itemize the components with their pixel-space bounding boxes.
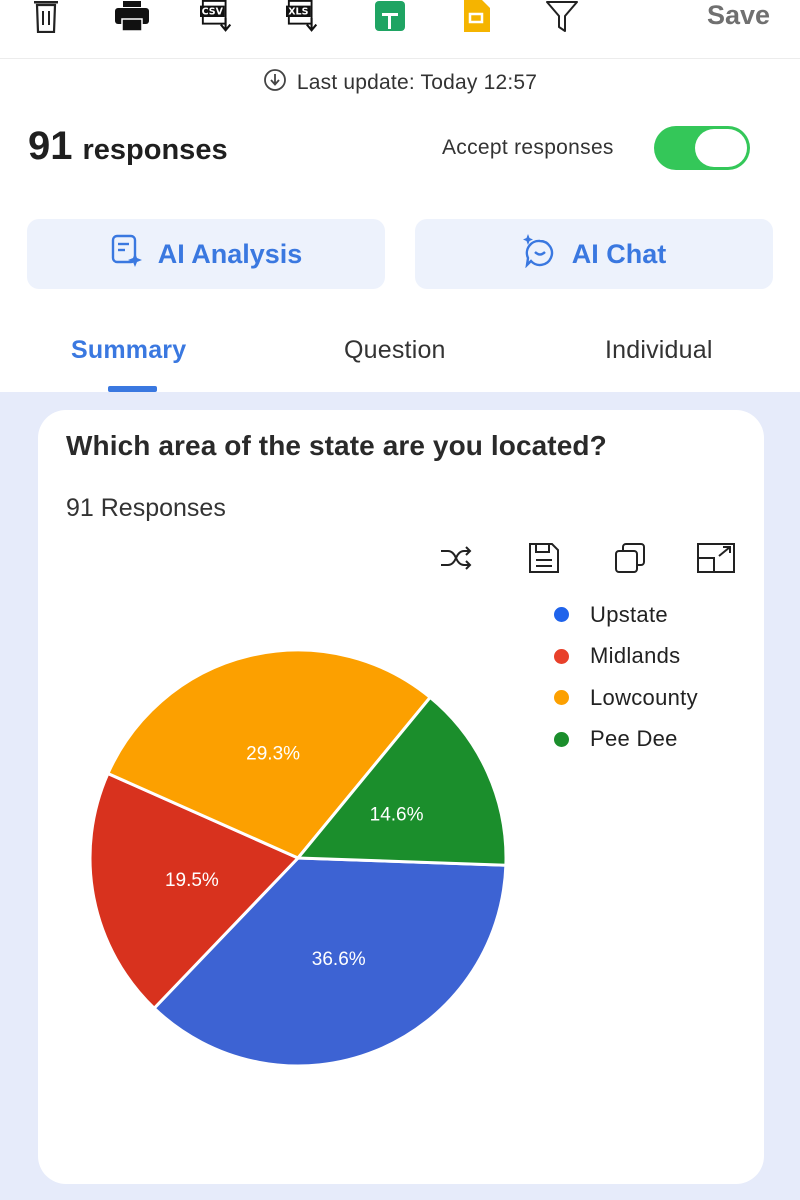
tab-individual[interactable]: Individual [605, 336, 713, 365]
legend-dot [554, 648, 569, 664]
google-sheets-icon[interactable] [372, 0, 408, 34]
last-update-status: Last update: Today 12:57 [0, 68, 800, 98]
shuffle-icon[interactable] [436, 540, 476, 576]
legend-label: Midlands [590, 643, 681, 669]
toolbar: CSV XLS Save [0, 0, 800, 48]
filter-icon[interactable] [544, 0, 580, 34]
ai-analysis-button[interactable]: AI Analysis [27, 219, 385, 289]
chart-legend: Upstate Midlands Lowcounty Pee Dee [554, 594, 698, 760]
trash-icon[interactable] [28, 0, 64, 34]
ai-chat-button[interactable]: AI Chat [415, 219, 773, 289]
expand-icon[interactable] [696, 540, 736, 576]
xls-export-icon[interactable]: XLS [286, 0, 322, 34]
accept-responses-label: Accept responses [442, 136, 614, 159]
tab-summary[interactable]: Summary [71, 336, 186, 365]
tab-question[interactable]: Question [344, 336, 446, 365]
toggle-knob [695, 129, 747, 167]
pie-slice-label: 14.6% [370, 805, 424, 826]
legend-item-lowcounty: Lowcounty [554, 677, 698, 719]
tab-bar: Summary Question Individual [0, 330, 800, 392]
legend-item-pee-dee: Pee Dee [554, 719, 698, 761]
pie-slice-label: 36.6% [312, 949, 366, 970]
response-count-number: 91 [28, 124, 73, 168]
question-response-count: 91 Responses [66, 494, 226, 522]
print-icon[interactable] [114, 0, 150, 34]
response-count: 91 responses [28, 124, 228, 169]
save-icon[interactable] [524, 540, 564, 576]
legend-item-midlands: Midlands [554, 636, 698, 678]
xls-label: XLS [288, 7, 308, 18]
csv-export-icon[interactable]: CSV [200, 0, 236, 34]
pie-slice-label: 19.5% [165, 870, 219, 891]
accept-responses-toggle[interactable] [654, 126, 750, 170]
ai-chat-icon [522, 233, 558, 275]
response-count-label: responses [82, 134, 228, 166]
legend-dot [554, 607, 569, 623]
legend-dot [554, 731, 569, 747]
google-slides-icon[interactable] [458, 0, 494, 34]
download-circle-icon [263, 68, 287, 98]
legend-item-upstate: Upstate [554, 594, 698, 636]
pie-chart: 36.6% 19.5% 29.3% 14.6% [88, 648, 508, 1068]
pie-slice-label: 29.3% [246, 744, 300, 765]
toolbar-divider [0, 58, 800, 59]
question-title: Which area of the state are you located? [66, 430, 607, 461]
legend-label: Lowcounty [590, 684, 698, 710]
ai-analysis-icon [110, 234, 144, 275]
last-update-text: Last update: Today 12:57 [296, 71, 538, 94]
legend-dot [554, 690, 569, 706]
save-button[interactable]: Save [707, 0, 770, 30]
ai-analysis-label: AI Analysis [157, 238, 303, 269]
ai-chat-label: AI Chat [571, 238, 667, 269]
copy-icon[interactable] [610, 540, 650, 576]
legend-label: Upstate [590, 601, 668, 627]
legend-label: Pee Dee [590, 726, 678, 752]
csv-label: CSV [202, 7, 224, 18]
question-summary-card: Which area of the state are you located?… [38, 410, 764, 1184]
